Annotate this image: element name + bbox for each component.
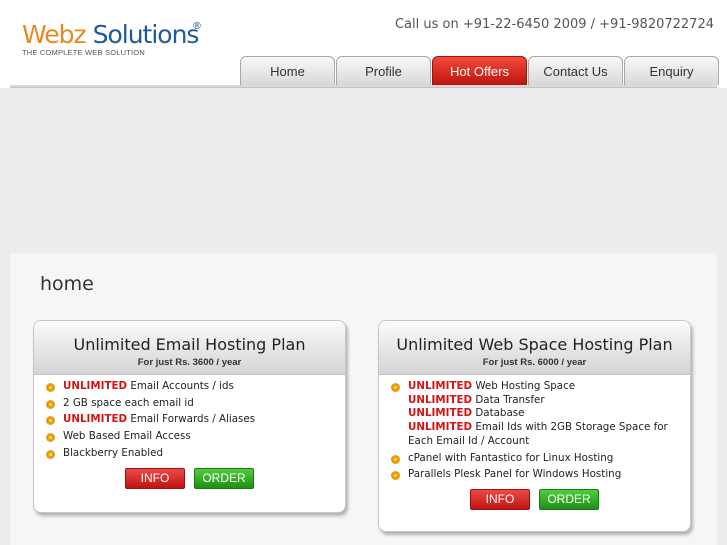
list-item: Blackberry Enabled (44, 447, 337, 461)
plan-title: Unlimited Web Space Hosting Plan (396, 335, 673, 354)
banner-area (10, 91, 717, 249)
plan-price: For just Rs. 3600 / year (137, 357, 242, 368)
feature-text: Data Transfer (472, 393, 545, 406)
list-item: cPanel with Fantastico for Linux Hosting (389, 452, 682, 466)
plan-title: Unlimited Email Hosting Plan (73, 335, 306, 354)
star-bullet-icon (46, 433, 55, 443)
plan-features: UNLIMITED Email Accounts / ids 2 GB spac… (34, 375, 345, 461)
feature-text: Web Based Email Access (63, 430, 191, 443)
highlight: UNLIMITED (408, 393, 473, 406)
nav-tab-home[interactable]: Home (240, 56, 335, 85)
info-button[interactable]: INFO (125, 467, 185, 489)
header: Webz Solutions ® THE COMPLETE WEB SOLUTI… (0, 0, 727, 88)
highlight: UNLIMITED (408, 407, 473, 420)
logo-solutions: Solutions (85, 20, 200, 49)
info-button[interactable]: INFO (470, 488, 530, 510)
feature-text: 2 GB space each email id (63, 396, 194, 409)
list-item: 2 GB space each email id (44, 397, 337, 411)
email-hosting-plan-card: Unlimited Email Hosting Plan For just Rs… (33, 320, 346, 513)
star-bullet-icon (46, 449, 55, 459)
feature-text: Parallels Plesk Panel for Windows Hostin… (408, 468, 622, 481)
feature-text: Email Accounts / ids (127, 380, 234, 392)
logo-webz: Webz (22, 20, 87, 49)
web-space-hosting-plan-card: Unlimited Web Space Hosting Plan For jus… (378, 320, 691, 532)
star-bullet-icon (391, 383, 400, 392)
star-bullet-icon (46, 383, 55, 392)
highlight: UNLIMITED (63, 413, 128, 426)
star-bullet-icon (46, 399, 55, 409)
logo[interactable]: Webz Solutions ® THE COMPLETE WEB SOLUTI… (22, 20, 202, 57)
feature-text: cPanel with Fantastico for Linux Hosting (408, 451, 614, 464)
list-item: UNLIMITED Email Forwards / Aliases (44, 413, 337, 427)
plan-buttons: INFO ORDER (34, 467, 345, 489)
star-bullet-icon (391, 454, 400, 464)
order-button[interactable]: ORDER (539, 488, 599, 510)
order-button[interactable]: ORDER (194, 467, 254, 489)
nav-tab-profile[interactable]: Profile (336, 56, 431, 85)
plan-features: UNLIMITED Web Hosting Space UNLIMITED Dat… (379, 375, 690, 482)
registered-mark: ® (192, 21, 202, 32)
star-bullet-icon (46, 416, 55, 426)
list-item: Parallels Plesk Panel for Windows Hostin… (389, 468, 682, 482)
main-nav: Home Profile Hot Offers Contact Us Enqui… (240, 56, 720, 85)
nav-tab-contact-us[interactable]: Contact Us (528, 56, 623, 85)
feature-text: Database (472, 407, 525, 420)
feature-text: Blackberry Enabled (63, 446, 163, 459)
phone-contact: Call us on +91-22-6450 2009 / +91-982072… (394, 17, 714, 32)
highlight: UNLIMITED (63, 380, 128, 392)
highlight: UNLIMITED (408, 380, 473, 392)
header-divider (10, 85, 717, 88)
feature-text: Email Forwards / Aliases (127, 413, 256, 426)
list-item: UNLIMITED Web Hosting Space UNLIMITED Dat… (389, 380, 682, 449)
list-item: Web Based Email Access (44, 430, 337, 444)
nav-tab-enquiry[interactable]: Enquiry (624, 56, 719, 85)
star-bullet-icon (391, 471, 400, 481)
feature-text: Web Hosting Space (472, 380, 576, 392)
plan-header: Unlimited Web Space Hosting Plan For jus… (379, 321, 690, 375)
page-title: home (40, 273, 94, 295)
list-item: UNLIMITED Email Accounts / ids (44, 380, 337, 394)
plan-header: Unlimited Email Hosting Plan For just Rs… (34, 321, 345, 375)
logo-text: Webz Solutions (22, 20, 200, 50)
plan-buttons: INFO ORDER (379, 488, 690, 510)
plan-price: For just Rs. 6000 / year (482, 357, 587, 368)
highlight: UNLIMITED (408, 421, 473, 434)
nav-tab-hot-offers[interactable]: Hot Offers (432, 56, 527, 85)
